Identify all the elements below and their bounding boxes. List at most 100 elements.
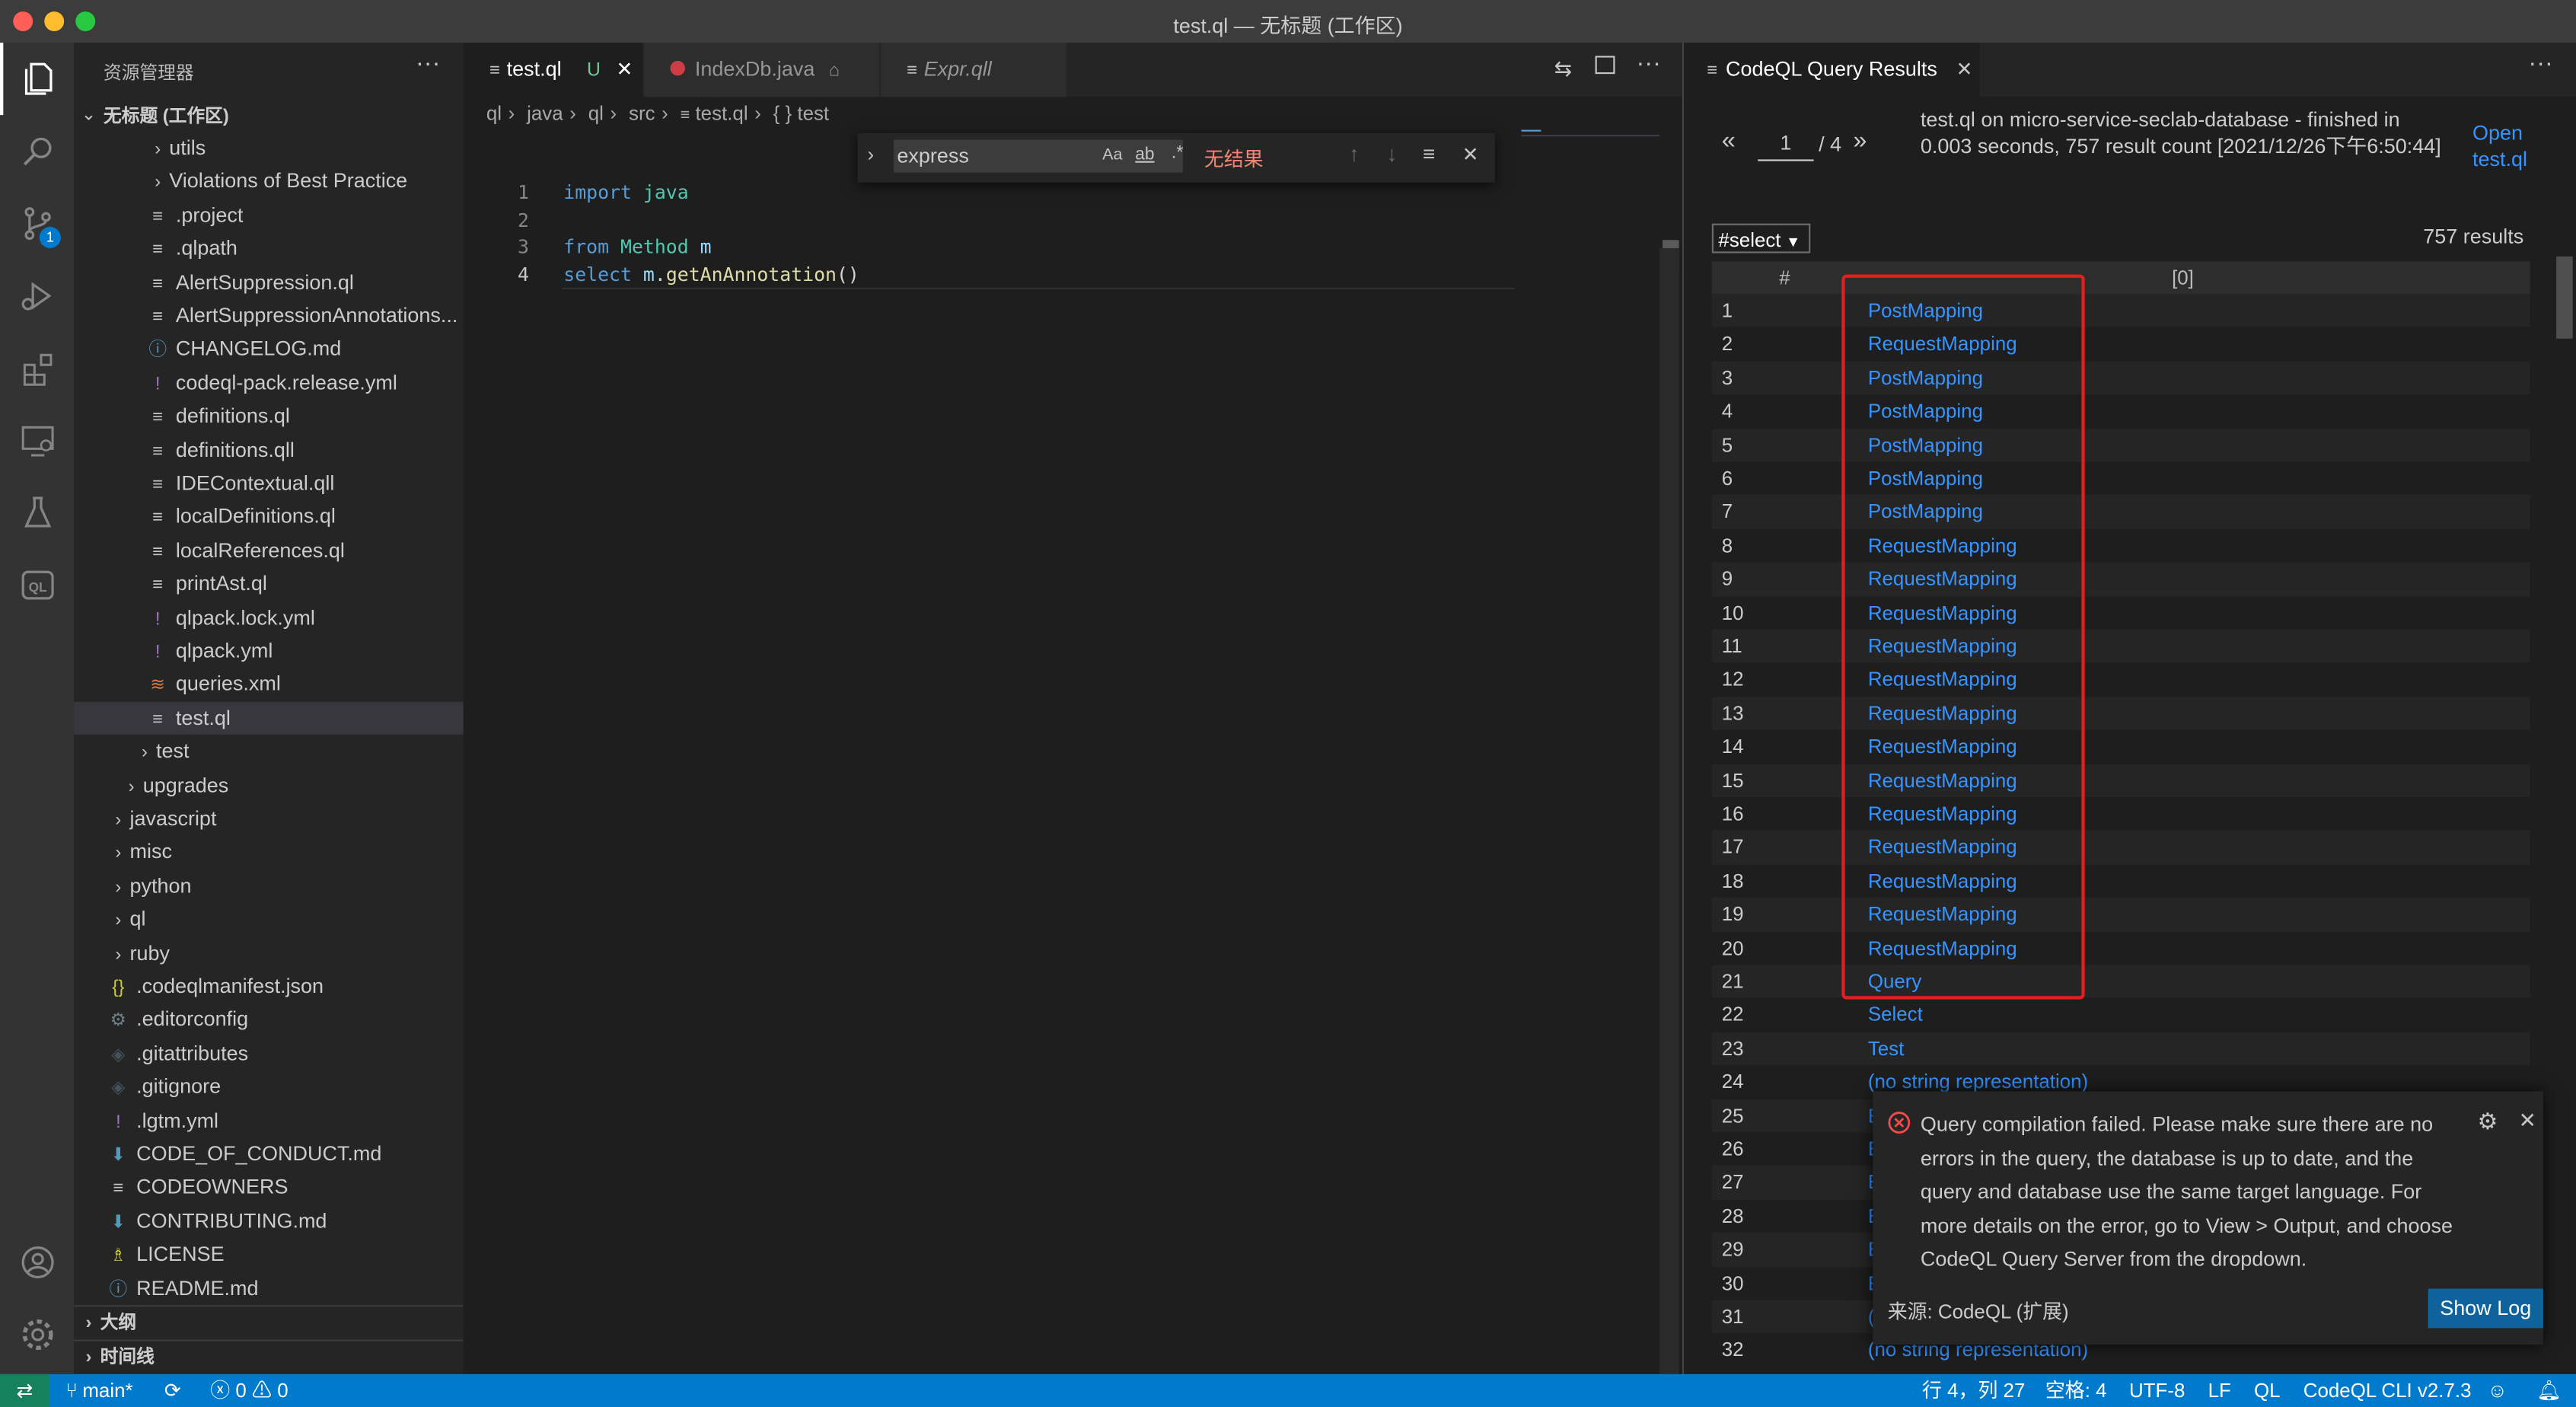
language-mode[interactable]: QL (2254, 1374, 2281, 1407)
chevron-right-icon[interactable]: › (868, 143, 875, 166)
codeql-cli-version[interactable]: CodeQL CLI v2.7.3 (2303, 1374, 2472, 1407)
tree-folder[interactable]: › upgrades (74, 768, 509, 801)
table-row: 16 RequestMapping (1712, 797, 2530, 831)
indentation[interactable]: 空格: 4 (2045, 1374, 2107, 1407)
tree-folder[interactable]: › test (74, 735, 522, 767)
tree-file[interactable]: ⬇ CONTRIBUTING.md (74, 1204, 496, 1237)
workspace-header[interactable]: ⌄ 无标题 (工作区) (74, 99, 463, 132)
code-token: Method (620, 235, 689, 259)
file-lines-icon: ≡ (152, 541, 164, 562)
encoding[interactable]: UTF-8 (2129, 1374, 2185, 1407)
source-control-activity[interactable]: 1 (0, 187, 74, 260)
next-page-icon[interactable]: » (1853, 126, 1867, 155)
bell-icon[interactable]: 🔔︎ (2536, 1374, 2562, 1407)
tree-folder[interactable]: › ruby (74, 936, 496, 969)
close-icon[interactable]: ✕ (616, 58, 633, 81)
code-token: m (700, 235, 712, 259)
result-link[interactable]: Test (1868, 1032, 1905, 1064)
results-scrollbar-thumb[interactable] (2556, 256, 2573, 339)
tab-expr-qll[interactable]: ≡ Expr.qll (880, 43, 1068, 97)
row-number: 32 (1721, 1338, 1744, 1362)
breadcrumb-item[interactable]: test.ql (695, 102, 748, 125)
split-editor-icon[interactable] (1595, 56, 1615, 75)
codeql-activity[interactable]: QL (0, 549, 74, 621)
previous-match-icon[interactable]: ↑ (1349, 142, 1360, 166)
more-actions-icon[interactable]: ··· (416, 49, 440, 78)
tree-file[interactable]: ◈ .gitignore (74, 1070, 496, 1103)
tree-item-label: qlpack.yml (175, 639, 273, 663)
manage-activity[interactable] (0, 1299, 74, 1371)
tree-file[interactable]: ♗ LICENSE (74, 1238, 496, 1271)
accounts-activity[interactable] (0, 1227, 74, 1299)
remote-indicator[interactable]: ⇄ (0, 1374, 49, 1407)
code-line[interactable]: select m.getAnAnnotation() (563, 263, 859, 286)
more-actions-icon[interactable]: ··· (1637, 49, 1661, 78)
feedback-icon[interactable]: ☺ (2487, 1374, 2507, 1407)
result-set-select[interactable]: #select ▼ (1711, 223, 1811, 254)
tree-file[interactable]: ⚙ .editorconfig (74, 1003, 496, 1036)
close-icon[interactable]: ✕ (2518, 1108, 2536, 1134)
breadcrumb-item[interactable]: { } test (773, 102, 829, 125)
file-lines-icon: ≡ (907, 60, 918, 81)
compare-changes-icon[interactable]: ⇆ (1554, 56, 1573, 82)
tree-folder[interactable]: › javascript (74, 802, 496, 835)
tree-folder[interactable]: › misc (74, 836, 496, 869)
breadcrumb-item[interactable]: java (527, 102, 563, 125)
tab-codeql-results[interactable]: ≡ CodeQL Query Results ✕ (1684, 43, 1980, 97)
outline-section[interactable]: › 大纲 (74, 1305, 464, 1339)
results-tabs: ≡ CodeQL Query Results ✕ ··· (1684, 43, 2576, 97)
result-link[interactable]: Select (1868, 998, 1923, 1031)
column-header[interactable]: [0] (2172, 266, 2194, 289)
chevron-right-icon: › (115, 844, 122, 864)
sync-icon[interactable]: ⟳ (164, 1374, 181, 1407)
more-actions-icon[interactable]: ··· (2528, 49, 2552, 78)
testing-activity[interactable] (0, 477, 74, 549)
gear-icon[interactable]: ⚙ (2478, 1108, 2498, 1136)
tab-test-ql[interactable]: ≡ test.ql U ✕ (463, 43, 644, 97)
next-match-icon[interactable]: ↓ (1386, 142, 1397, 166)
row-number: 25 (1721, 1103, 1744, 1128)
end-of-line[interactable]: LF (2208, 1374, 2231, 1407)
remote-explorer-activity[interactable] (0, 404, 74, 477)
run-debug-activity[interactable] (0, 260, 74, 332)
close-icon[interactable]: ✕ (1462, 143, 1479, 166)
match-word-toggle[interactable]: ab (1135, 145, 1154, 164)
close-icon[interactable]: ✕ (1956, 58, 1973, 81)
search-activity[interactable] (0, 115, 74, 187)
breadcrumb-item[interactable]: src (629, 102, 655, 125)
open-query-link[interactable]: Open test.ql (2472, 120, 2555, 173)
previous-page-icon[interactable]: « (1722, 126, 1736, 155)
regex-toggle[interactable]: .* (1172, 143, 1184, 163)
cursor-position[interactable]: 行 4，列 27 (1922, 1374, 2025, 1407)
extensions-activity[interactable] (0, 332, 74, 404)
breadcrumb-item[interactable]: ql (588, 102, 604, 125)
tree-folder[interactable]: › python (74, 869, 496, 902)
page-number-input[interactable]: 1 (1758, 130, 1814, 161)
vertical-scrollbar[interactable] (1659, 247, 1679, 1383)
gear-icon (21, 1319, 53, 1350)
timeline-section[interactable]: › 时间线 (74, 1339, 464, 1374)
code-line[interactable]: import java (563, 180, 688, 203)
find-in-selection-icon[interactable]: ≡ (1423, 142, 1435, 166)
show-log-button[interactable]: Show Log (2428, 1288, 2543, 1329)
problems-indicator[interactable]: ⓧ 0 ⚠ 0 (210, 1374, 288, 1407)
column-header[interactable]: # (1779, 266, 1790, 289)
explorer-activity[interactable] (0, 43, 74, 116)
tree-file[interactable]: ⓘ README.md (74, 1271, 496, 1304)
code-line[interactable]: from Method m (563, 236, 711, 259)
git-branch-icon: ⑂ (65, 1379, 78, 1402)
branch-indicator[interactable]: ⑂ main* (65, 1374, 132, 1407)
row-number: 27 (1721, 1170, 1744, 1195)
tree-file[interactable]: ≡ CODEOWNERS (74, 1171, 496, 1204)
match-case-toggle[interactable]: Aa (1102, 146, 1122, 164)
minimap[interactable] (1521, 126, 1659, 139)
tree-file[interactable]: ◈ .gitattributes (74, 1037, 496, 1070)
tree-folder[interactable]: › ql (74, 903, 496, 936)
result-set-value: #select (1718, 228, 1781, 252)
tree-file[interactable]: ⬇ CODE_OF_CONDUCT.md (74, 1137, 496, 1170)
tab-indexdb-java[interactable]: IndexDb.java ⌂ (643, 43, 881, 97)
tree-file[interactable]: {} .codeqlmanifest.json (74, 970, 496, 1003)
breadcrumb-item[interactable]: ql (486, 102, 502, 125)
braces-icon: {} (112, 978, 125, 998)
tree-file[interactable]: ! .lgtm.yml (74, 1104, 496, 1137)
